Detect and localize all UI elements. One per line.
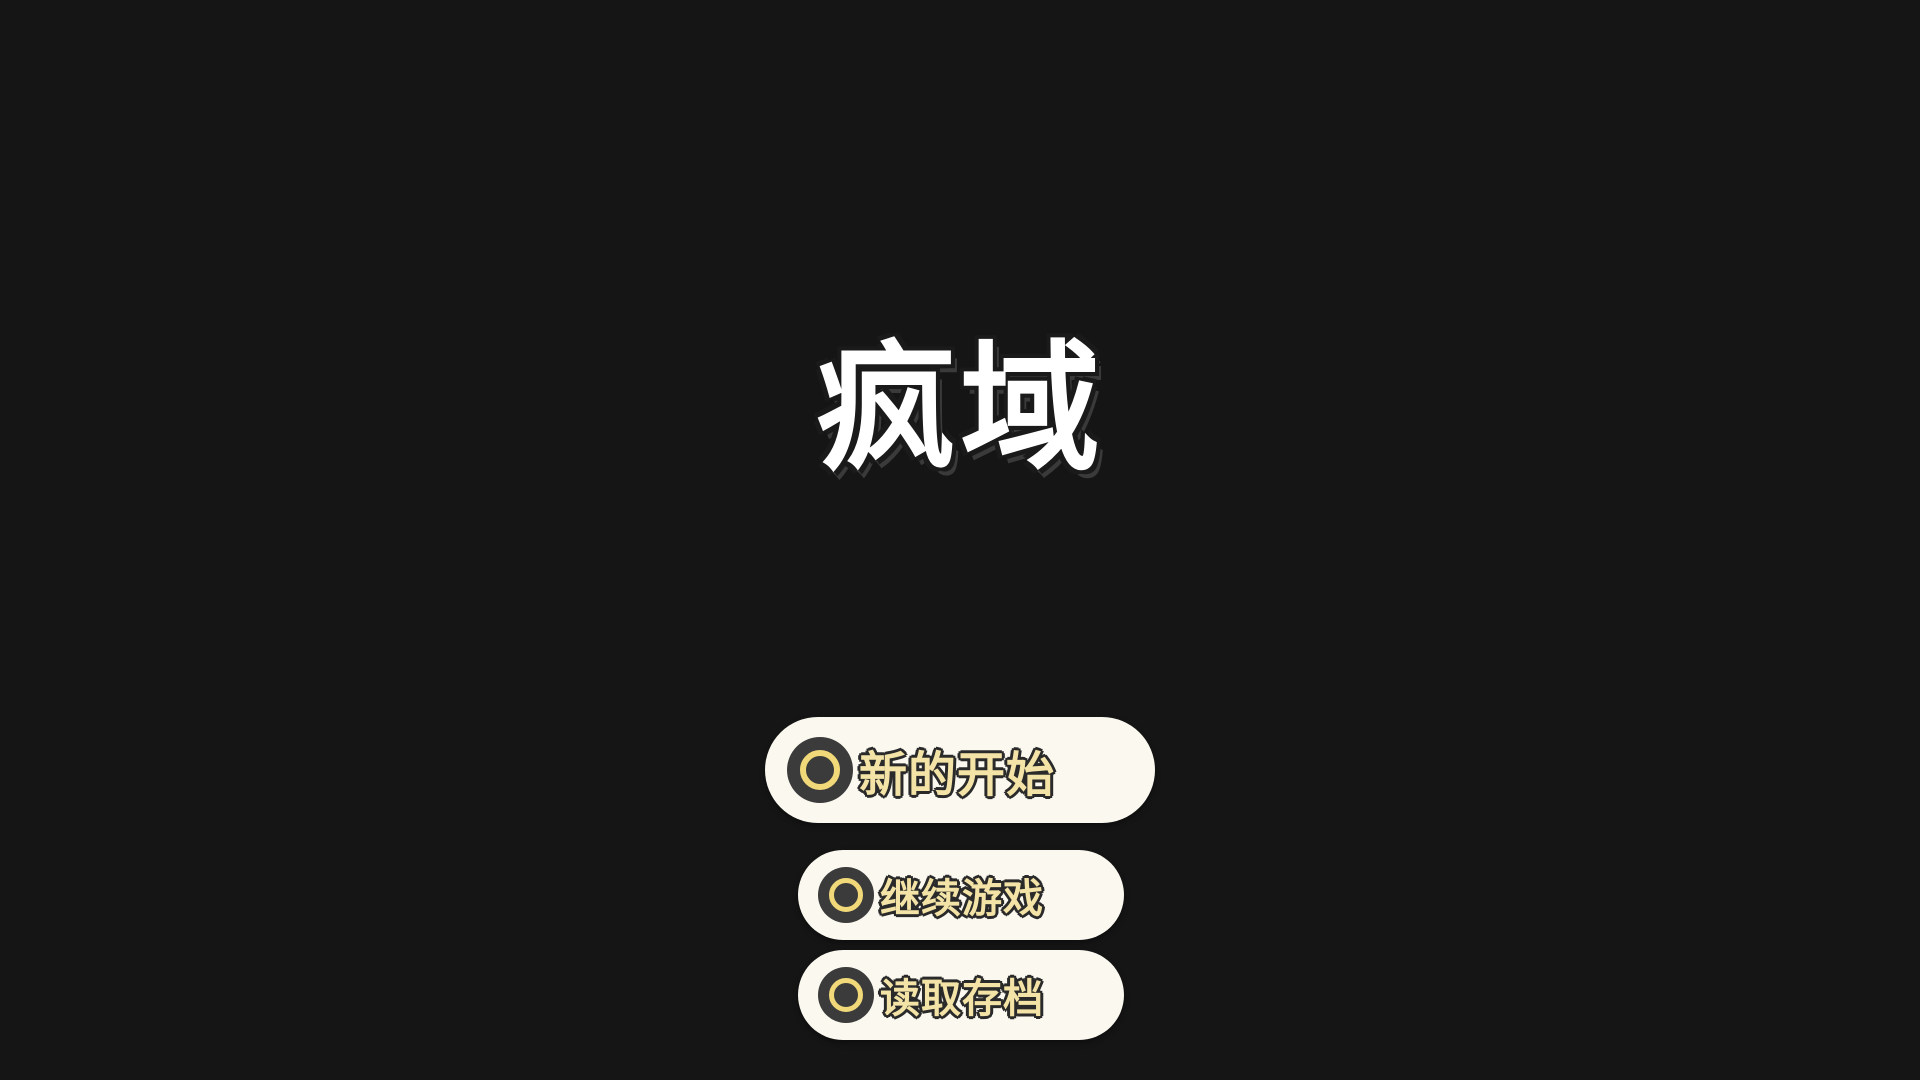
continue-game-button[interactable]: 继续游戏 bbox=[798, 850, 1124, 940]
title-screen: 疯域 新的开始 继续游戏 读取存档 bbox=[0, 0, 1920, 1080]
ring-icon bbox=[818, 967, 874, 1023]
ring-icon bbox=[787, 737, 853, 803]
continue-game-label: 继续游戏 bbox=[880, 876, 1044, 922]
load-save-label: 读取存档 bbox=[880, 976, 1044, 1022]
new-game-button[interactable]: 新的开始 bbox=[765, 717, 1155, 823]
new-game-label: 新的开始 bbox=[859, 747, 1056, 803]
game-title: 疯域 bbox=[815, 328, 1104, 491]
load-save-button[interactable]: 读取存档 bbox=[798, 950, 1124, 1040]
ring-icon bbox=[818, 867, 874, 923]
